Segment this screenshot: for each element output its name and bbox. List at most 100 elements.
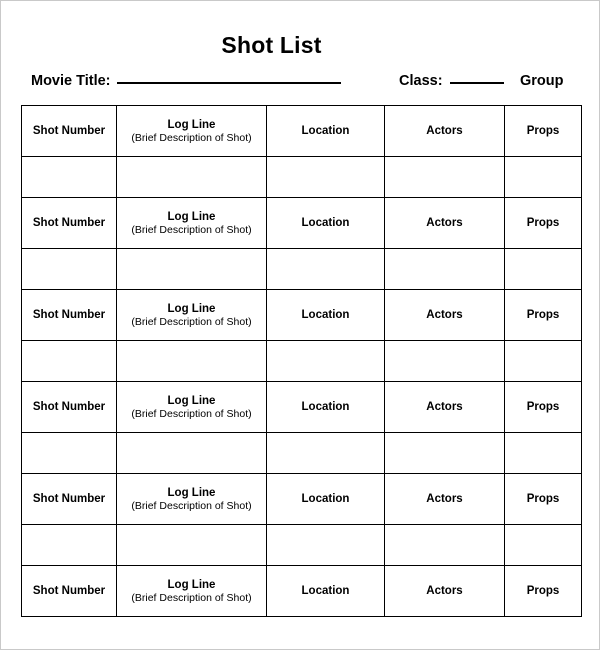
class-label: Class: bbox=[399, 73, 443, 89]
column-label-actors: Actors bbox=[384, 289, 505, 341]
entry-cell-actors[interactable] bbox=[384, 524, 505, 566]
column-label-text: Shot Number bbox=[32, 124, 106, 137]
entry-cell-props[interactable] bbox=[504, 524, 582, 566]
column-sublabel-text: (Brief Description of Shot) bbox=[131, 591, 252, 604]
column-label-shot_number: Shot Number bbox=[21, 105, 117, 157]
column-label-log_line: Log Line (Brief Description of Shot) bbox=[116, 473, 267, 525]
table-entry-row bbox=[21, 248, 582, 290]
column-label-shot_number: Shot Number bbox=[21, 565, 117, 617]
entry-cell-location[interactable] bbox=[266, 524, 385, 566]
entry-cell-location[interactable] bbox=[266, 248, 385, 290]
column-label-text: Props bbox=[526, 400, 560, 413]
column-label-location: Location bbox=[266, 289, 385, 341]
column-label-log_line: Log Line (Brief Description of Shot) bbox=[116, 565, 267, 617]
page-title: Shot List bbox=[221, 32, 322, 58]
column-label-location: Location bbox=[266, 197, 385, 249]
table-entry-row bbox=[21, 524, 582, 566]
column-label-text: Shot Number bbox=[32, 492, 106, 505]
entry-cell-log_line[interactable] bbox=[116, 340, 267, 382]
class-write-line[interactable] bbox=[449, 82, 504, 84]
column-label-text: Shot Number bbox=[32, 308, 106, 321]
column-label-text: Log Line bbox=[167, 486, 216, 499]
entry-cell-props[interactable] bbox=[504, 432, 582, 474]
entry-cell-log_line[interactable] bbox=[116, 432, 267, 474]
column-label-text: Location bbox=[301, 216, 350, 229]
column-label-text: Shot Number bbox=[32, 216, 106, 229]
entry-cell-shot_number[interactable] bbox=[21, 340, 117, 382]
column-label-text: Shot Number bbox=[32, 584, 106, 597]
column-sublabel-text: (Brief Description of Shot) bbox=[131, 131, 252, 144]
table-header-row: Shot Number Log Line (Brief Description of… bbox=[21, 197, 582, 249]
column-sublabel-text: (Brief Description of Shot) bbox=[131, 407, 252, 420]
column-label-text: Log Line bbox=[167, 118, 216, 131]
column-label-props: Props bbox=[504, 289, 582, 341]
entry-cell-log_line[interactable] bbox=[116, 156, 267, 198]
table-header-row: Shot Number Log Line (Brief Description of… bbox=[21, 105, 582, 157]
column-label-actors: Actors bbox=[384, 381, 505, 433]
table-header-row: Shot Number Log Line (Brief Description of… bbox=[21, 381, 582, 433]
column-label-text: Log Line bbox=[167, 578, 216, 591]
column-label-text: Actors bbox=[426, 216, 463, 229]
column-label-text: Props bbox=[526, 584, 560, 597]
column-label-shot_number: Shot Number bbox=[21, 473, 117, 525]
column-label-actors: Actors bbox=[384, 105, 505, 157]
movie-title-label: Movie Title: bbox=[31, 73, 111, 89]
table-entry-row bbox=[21, 156, 582, 198]
column-label-log_line: Log Line (Brief Description of Shot) bbox=[116, 105, 267, 157]
header-field-row: Movie Title: Class: Group bbox=[1, 73, 599, 95]
entry-cell-actors[interactable] bbox=[384, 248, 505, 290]
column-label-log_line: Log Line (Brief Description of Shot) bbox=[116, 381, 267, 433]
column-label-text: Actors bbox=[426, 400, 463, 413]
entry-cell-props[interactable] bbox=[504, 248, 582, 290]
column-label-props: Props bbox=[504, 105, 582, 157]
column-sublabel-text: (Brief Description of Shot) bbox=[131, 315, 252, 328]
column-sublabel-text: (Brief Description of Shot) bbox=[131, 223, 252, 236]
entry-cell-actors[interactable] bbox=[384, 156, 505, 198]
column-label-actors: Actors bbox=[384, 473, 505, 525]
column-label-props: Props bbox=[504, 381, 582, 433]
table-entry-row bbox=[21, 340, 582, 382]
shot-list-page: Shot List Movie Title: Class: Group Shot… bbox=[0, 0, 600, 650]
column-label-text: Actors bbox=[426, 308, 463, 321]
column-label-text: Props bbox=[526, 124, 560, 137]
column-label-shot_number: Shot Number bbox=[21, 197, 117, 249]
entry-cell-log_line[interactable] bbox=[116, 524, 267, 566]
movie-title-field[interactable]: Movie Title: bbox=[31, 73, 341, 89]
entry-cell-props[interactable] bbox=[504, 156, 582, 198]
entry-cell-location[interactable] bbox=[266, 432, 385, 474]
column-label-text: Location bbox=[301, 400, 350, 413]
entry-cell-shot_number[interactable] bbox=[21, 248, 117, 290]
entry-cell-location[interactable] bbox=[266, 340, 385, 382]
entry-cell-actors[interactable] bbox=[384, 432, 505, 474]
column-sublabel-text: (Brief Description of Shot) bbox=[131, 499, 252, 512]
entry-cell-location[interactable] bbox=[266, 156, 385, 198]
column-label-text: Shot Number bbox=[32, 400, 106, 413]
column-label-shot_number: Shot Number bbox=[21, 289, 117, 341]
column-label-log_line: Log Line (Brief Description of Shot) bbox=[116, 197, 267, 249]
group-label: Group bbox=[520, 73, 564, 89]
entry-cell-props[interactable] bbox=[504, 340, 582, 382]
table-header-row: Shot Number Log Line (Brief Description of… bbox=[21, 289, 582, 341]
column-label-text: Log Line bbox=[167, 302, 216, 315]
column-label-text: Location bbox=[301, 584, 350, 597]
class-field[interactable]: Class: bbox=[399, 73, 504, 89]
table-entry-row bbox=[21, 432, 582, 474]
column-label-props: Props bbox=[504, 197, 582, 249]
column-label-text: Location bbox=[301, 308, 350, 321]
table-header-row: Shot Number Log Line (Brief Description of… bbox=[21, 565, 582, 617]
entry-cell-shot_number[interactable] bbox=[21, 524, 117, 566]
movie-title-write-line[interactable] bbox=[116, 82, 341, 84]
column-label-text: Location bbox=[301, 124, 350, 137]
entry-cell-shot_number[interactable] bbox=[21, 156, 117, 198]
column-label-location: Location bbox=[266, 473, 385, 525]
entry-cell-log_line[interactable] bbox=[116, 248, 267, 290]
entry-cell-actors[interactable] bbox=[384, 340, 505, 382]
column-label-text: Actors bbox=[426, 124, 463, 137]
column-label-shot_number: Shot Number bbox=[21, 381, 117, 433]
table-header-row: Shot Number Log Line (Brief Description of… bbox=[21, 473, 582, 525]
column-label-location: Location bbox=[266, 565, 385, 617]
column-label-props: Props bbox=[504, 473, 582, 525]
entry-cell-shot_number[interactable] bbox=[21, 432, 117, 474]
column-label-text: Props bbox=[526, 492, 560, 505]
group-field[interactable]: Group bbox=[520, 73, 564, 89]
